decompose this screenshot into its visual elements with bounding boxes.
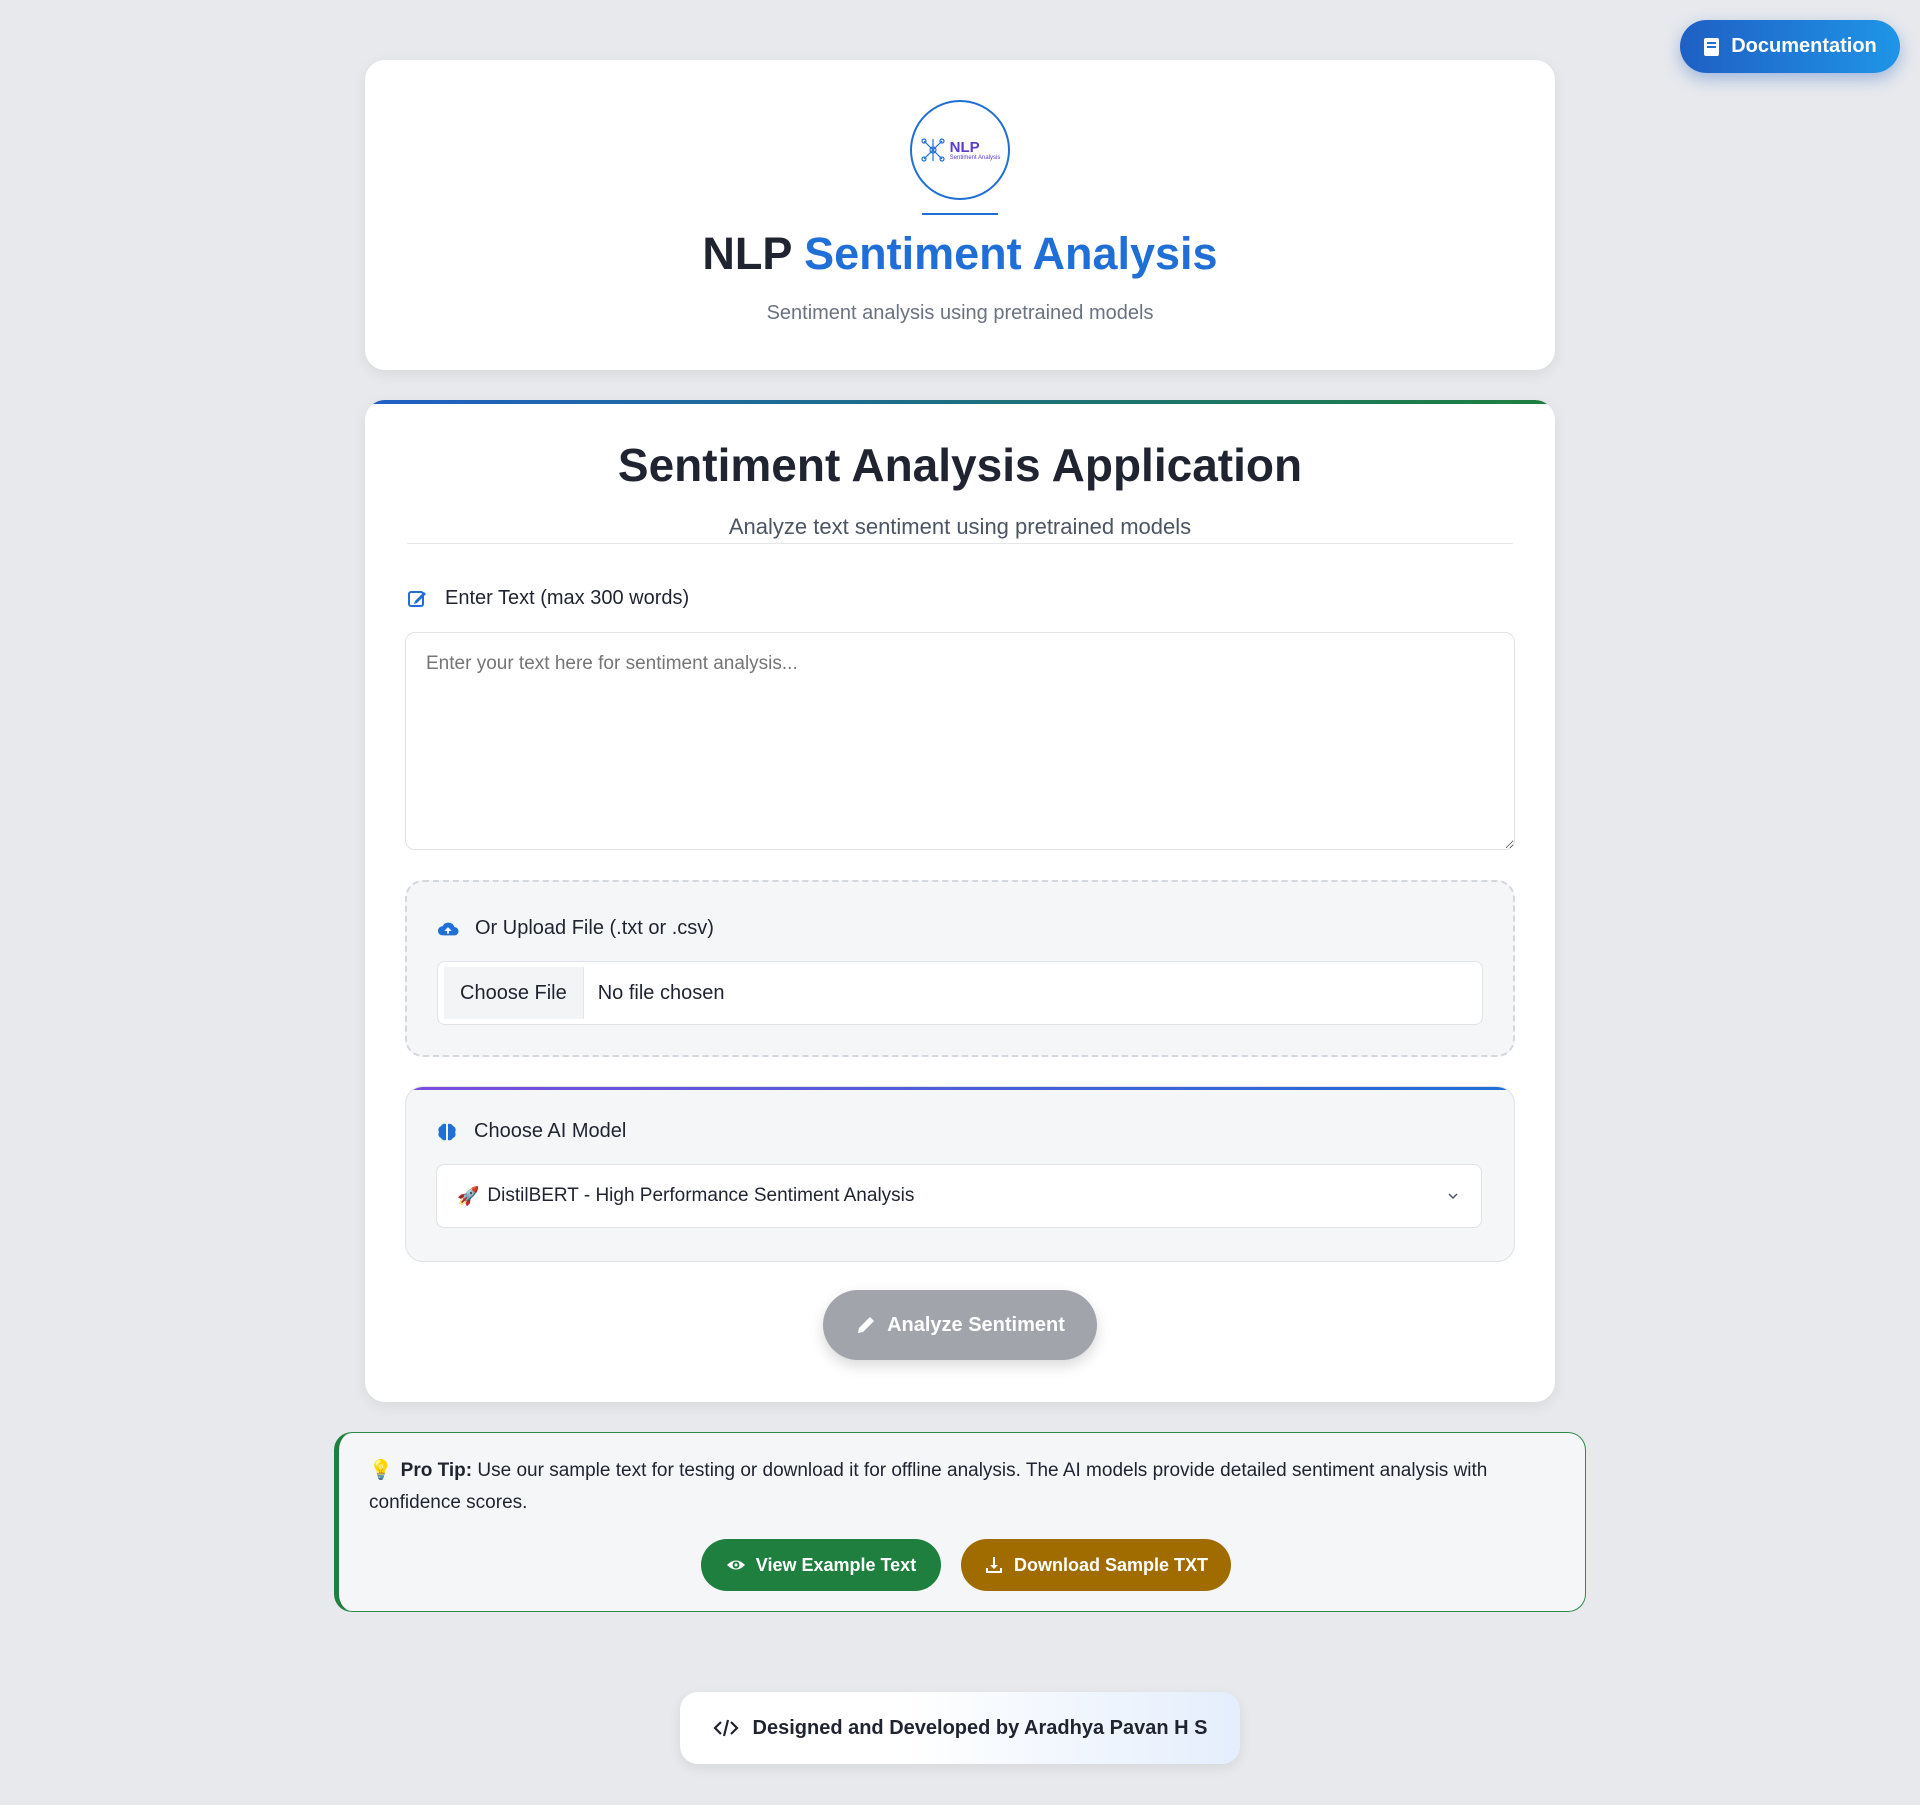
model-label-text: Choose AI Model xyxy=(474,1120,627,1142)
brain-icon xyxy=(438,1123,456,1140)
footer-credit: Designed and Developed by Aradhya Pavan … xyxy=(680,1692,1240,1764)
logo-underline xyxy=(922,213,998,215)
eye-icon xyxy=(726,1560,745,1570)
choose-file-button[interactable]: Choose File xyxy=(444,967,584,1019)
divider xyxy=(407,543,1513,544)
pro-tip-body: Use our sample text for testing or downl… xyxy=(369,1460,1488,1513)
page-subtitle: Sentiment analysis using pretrained mode… xyxy=(766,302,1154,324)
page-title-plain: NLP xyxy=(702,228,792,279)
file-input[interactable]: Choose File No file chosen xyxy=(437,961,1483,1025)
model-accent-bar xyxy=(406,1087,1514,1090)
chevron-down-icon xyxy=(1448,1193,1458,1200)
pro-tip-box: 💡 Pro Tip: Use our sample text for testin… xyxy=(334,1432,1586,1612)
file-status: No file chosen xyxy=(597,981,725,1004)
text-input-label-text: Enter Text (max 300 words) xyxy=(445,587,690,609)
analyze-button[interactable]: Analyze Sentiment xyxy=(823,1290,1097,1360)
model-label: Choose AI Model xyxy=(436,1120,626,1143)
page-title-accent: Sentiment Analysis xyxy=(804,228,1218,279)
book-icon xyxy=(1704,37,1720,56)
code-icon xyxy=(712,1719,739,1737)
download-icon xyxy=(985,1557,1002,1573)
pro-tip-text: 💡 Pro Tip: Use our sample text for testin… xyxy=(369,1455,1559,1519)
logo-title: NLP xyxy=(949,138,980,156)
logo-subtitle: Sentiment Analysis xyxy=(949,154,1001,161)
view-example-label: View Example Text xyxy=(755,1554,917,1575)
documentation-button[interactable]: Documentation xyxy=(1680,20,1900,73)
download-sample-label: Download Sample TXT xyxy=(1013,1554,1209,1575)
app-title: Sentiment Analysis Application xyxy=(617,439,1303,491)
footer-text: Designed and Developed by Aradhya Pavan … xyxy=(752,1716,1208,1739)
download-sample-button[interactable]: Download Sample TXT xyxy=(961,1539,1231,1591)
text-input-label: Enter Text (max 300 words) xyxy=(407,587,689,610)
text-input[interactable] xyxy=(405,632,1515,850)
documentation-label: Documentation xyxy=(1731,35,1877,57)
model-selected-value: DistilBERT - High Performance Sentiment … xyxy=(487,1185,915,1206)
app-subtitle: Analyze text sentiment using pretrained … xyxy=(728,514,1192,539)
cloud-upload-icon xyxy=(437,922,459,935)
network-icon xyxy=(921,138,945,162)
logo: NLP Sentiment Analysis xyxy=(910,100,1010,200)
view-example-button[interactable]: View Example Text xyxy=(701,1539,941,1591)
upload-label: Or Upload File (.txt or .csv) xyxy=(437,917,714,940)
model-section: Choose AI Model 🚀 DistilBERT - High Perf… xyxy=(405,1086,1515,1262)
upload-section: Or Upload File (.txt or .csv) Choose Fil… xyxy=(405,880,1515,1057)
card-accent-bar xyxy=(365,400,1555,404)
edit-icon xyxy=(408,590,426,607)
model-select[interactable]: 🚀 DistilBERT - High Performance Sentimen… xyxy=(436,1164,1482,1228)
analysis-card: Sentiment Analysis Application Analyze t… xyxy=(365,400,1555,1402)
header-card: NLP Sentiment Analysis NLP Sentiment Ana… xyxy=(365,60,1555,370)
analyze-label: Analyze Sentiment xyxy=(887,1313,1065,1336)
lightbulb-icon: 💡 xyxy=(369,1460,393,1481)
pencil-icon xyxy=(858,1317,875,1333)
pro-tip-heading: Pro Tip: xyxy=(400,1460,473,1481)
rocket-icon: 🚀 xyxy=(457,1185,480,1206)
upload-label-text: Or Upload File (.txt or .csv) xyxy=(475,917,714,939)
page-title: NLP Sentiment Analysis xyxy=(365,228,1555,280)
